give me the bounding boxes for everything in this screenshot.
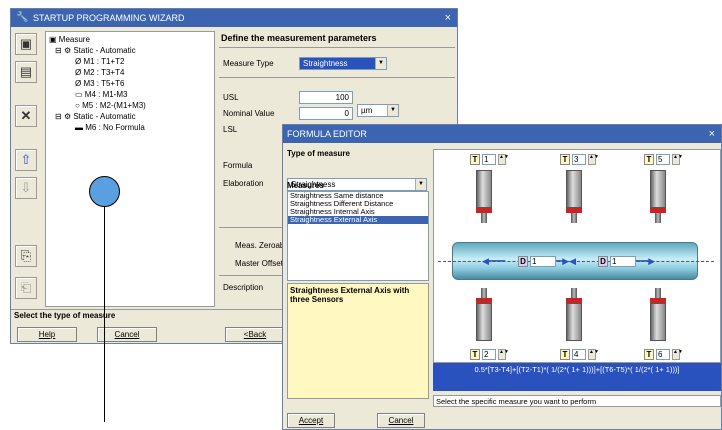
- paste-icon[interactable]: ⎗: [15, 277, 37, 299]
- tree-item-measure[interactable]: ▣ Measure: [49, 34, 211, 45]
- move-up-icon[interactable]: ⇧: [15, 149, 37, 171]
- sensor-t4-field[interactable]: T 4 ▲▼: [560, 348, 599, 360]
- lsl-label: LSL: [223, 125, 238, 134]
- panel-divider: [219, 47, 455, 48]
- tree-item-m3[interactable]: Ø M3 : T5+T6: [49, 78, 211, 89]
- tree-item-m1[interactable]: Ø M1 : T1+T2: [49, 56, 211, 67]
- chevron-down-icon: ▼: [375, 58, 386, 69]
- close-icon[interactable]: ×: [445, 9, 451, 27]
- measure-type-label: Measure Type: [223, 59, 274, 68]
- panel-divider: [219, 77, 455, 78]
- zeroable-label: Meas. Zeroabl: [235, 241, 287, 250]
- back-button[interactable]: <Back: [225, 327, 285, 342]
- dimension-arrows-3: ━━━▶: [632, 256, 656, 266]
- formula-label: Formula: [223, 161, 253, 170]
- tree-item-m4[interactable]: ▭ M4 : M1-M3: [49, 89, 211, 100]
- toolbar-button-2[interactable]: ▤: [15, 61, 37, 83]
- folder-icon: ▣: [49, 35, 59, 44]
- distance-d1-field[interactable]: D1: [518, 255, 556, 267]
- sensor-t3-field[interactable]: T 3 ▲▼: [560, 153, 599, 165]
- elaboration-label: Elaboration: [223, 179, 264, 188]
- measure-tree: ▣ Measure ⊟ ⚙ Static - Automatic Ø M1 : …: [45, 31, 215, 307]
- wizard-title: STARTUP PROGRAMMING WIZARD: [33, 13, 185, 23]
- sensor-probe-bottom-1: [476, 288, 492, 341]
- sensor-probe-bottom-3: [650, 288, 666, 341]
- sensor-t6-field[interactable]: T 6 ▲▼: [644, 348, 683, 360]
- measure-description: Straightness External Axis with three Se…: [287, 283, 429, 399]
- measures-list[interactable]: Straightness Same distance Straightness …: [287, 191, 429, 281]
- usl-label: USL: [223, 93, 239, 102]
- sensor-t1-field[interactable]: T 1 ▲▼: [470, 153, 509, 165]
- sensor-t5-field[interactable]: T 5 ▲▼: [644, 153, 683, 165]
- copy-icon[interactable]: ⎘: [15, 245, 37, 267]
- description-label: Description: [223, 283, 264, 292]
- nominal-label: Nominal Value: [223, 109, 275, 118]
- editor-status-bar: Select the specific measure you want to …: [433, 395, 721, 407]
- tree-item-m6[interactable]: ▬ M6 : No Formula: [49, 122, 211, 133]
- callout-circle: [89, 176, 120, 207]
- line-icon: ▬: [75, 123, 86, 132]
- circle-icon: ○: [75, 101, 83, 110]
- measures-heading: Measures: [287, 181, 324, 190]
- wrench-icon: 🔧: [16, 12, 29, 23]
- sensor-probe-top-3: [650, 170, 666, 223]
- tree-item-m5[interactable]: ○ M5 : M2-(M1+M3): [49, 100, 211, 111]
- expand-icon[interactable]: ⊟: [55, 112, 64, 121]
- master-offset-label: Master Offset: [235, 259, 283, 268]
- sensor-probe-top-2: [566, 170, 582, 223]
- spinner-icon[interactable]: ▲▼: [498, 153, 509, 165]
- sensor-probe-top-1: [476, 170, 492, 223]
- spinner-icon[interactable]: ▲▼: [672, 348, 683, 360]
- sensor-t2-field[interactable]: T 2 ▲▼: [470, 348, 509, 360]
- usl-input[interactable]: 100: [299, 91, 353, 104]
- gear-icon: ⚙: [63, 112, 74, 121]
- chevron-down-icon: ▼: [415, 179, 426, 190]
- gear-icon: ⚙: [63, 46, 74, 55]
- cancel-button[interactable]: Cancel: [97, 327, 157, 342]
- sensor-diagram: T 1 ▲▼ T 3 ▲▼ T 5 ▲▼ ◀━━━ ━━━▶◀ ━━━▶ D1 D1 T 2 ▲…: [433, 149, 721, 363]
- formula-editor-window: FORMULA EDITOR × Type of measure Straigh…: [282, 124, 722, 430]
- list-item-selected[interactable]: Straightness External Axis: [288, 216, 428, 224]
- spinner-icon[interactable]: ▲▼: [588, 348, 599, 360]
- spinner-icon[interactable]: ▲▼: [672, 153, 683, 165]
- delete-icon[interactable]: ✕: [15, 105, 37, 127]
- spinner-icon[interactable]: ▲▼: [498, 348, 509, 360]
- tree-item-group-1[interactable]: ⊟ ⚙ Static - Automatic: [49, 45, 211, 56]
- help-button[interactable]: Help: [17, 327, 77, 342]
- type-heading: Type of measure: [287, 149, 350, 158]
- move-down-icon[interactable]: ⇩: [15, 177, 37, 199]
- wizard-titlebar: 🔧 STARTUP PROGRAMMING WIZARD ×: [11, 9, 457, 27]
- close-icon[interactable]: ×: [709, 125, 715, 143]
- formula-bar: 0.5*[T3-T4]+[(T2-T1)*( 1/(2*( 1+ 1)))]+[…: [433, 363, 721, 391]
- spinner-icon[interactable]: ▲▼: [588, 153, 599, 165]
- tree-item-m2[interactable]: Ø M2 : T3+T4: [49, 67, 211, 78]
- distance-d2-field[interactable]: D1: [598, 255, 636, 267]
- expand-icon[interactable]: ⊟: [55, 46, 64, 55]
- formula-editor-titlebar: FORMULA EDITOR ×: [283, 125, 721, 143]
- sensor-probe-bottom-2: [566, 288, 582, 341]
- taper-icon: ▭: [75, 90, 85, 99]
- cancel-button[interactable]: Cancel: [377, 413, 425, 428]
- usl-unit-select[interactable]: µm ▼: [357, 104, 399, 117]
- tree-item-group-2[interactable]: ⊟ ⚙ Static - Automatic: [49, 111, 211, 122]
- measure-type-select[interactable]: Straightness ▼: [299, 57, 387, 70]
- chevron-down-icon: ▼: [387, 105, 398, 116]
- accept-button[interactable]: Accept: [287, 413, 335, 428]
- callout-line: [104, 194, 105, 422]
- panel-title: Define the measurement parameters: [221, 33, 377, 43]
- formula-editor-title: FORMULA EDITOR: [287, 129, 367, 139]
- toolbar-button-1[interactable]: ▣: [15, 33, 37, 55]
- dimension-arrows-1: ◀━━━: [482, 256, 506, 266]
- nominal-input[interactable]: 0: [299, 107, 353, 120]
